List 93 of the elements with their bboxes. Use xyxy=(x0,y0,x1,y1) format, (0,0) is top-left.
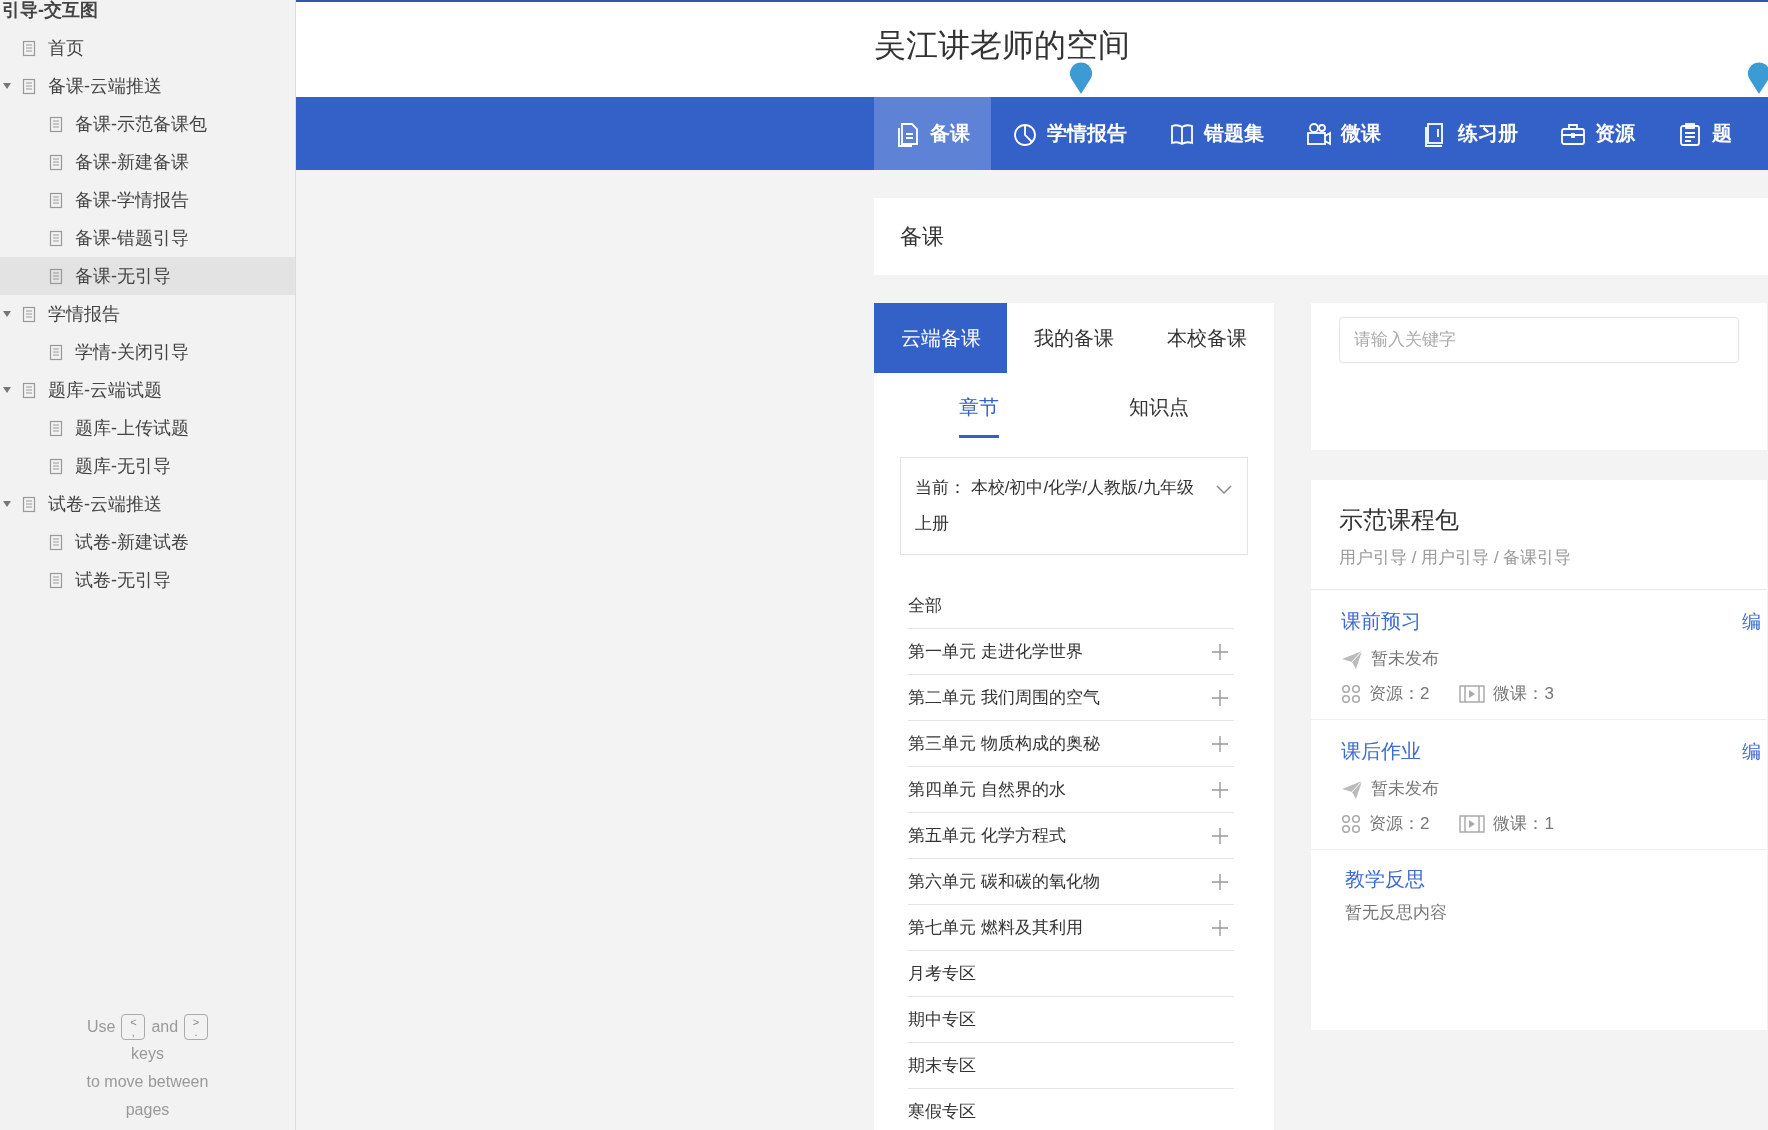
expanded-triangle-icon xyxy=(2,81,12,91)
page-icon xyxy=(49,267,63,285)
publish-status: 暂未发布 xyxy=(1371,648,1439,670)
page-icon xyxy=(49,533,63,551)
sub-tab[interactable]: 知识点 xyxy=(1129,379,1189,438)
document-icon xyxy=(895,120,921,147)
nav-tab[interactable]: 练习册 xyxy=(1402,97,1539,170)
project-title: 引导-交互图 xyxy=(1,0,99,20)
page-tree-item[interactable]: 备课-云端推送 xyxy=(0,67,295,105)
film-icon xyxy=(1459,813,1486,834)
edit-link[interactable]: 编 xyxy=(1742,608,1761,635)
chapter-item[interactable]: 期中专区 xyxy=(908,997,1234,1043)
page-icon xyxy=(22,77,36,95)
nav-tab[interactable]: 学情报告 xyxy=(991,97,1148,170)
chapter-item[interactable]: 寒假专区 xyxy=(908,1089,1234,1130)
nav-tab[interactable]: 题 xyxy=(1656,97,1753,170)
expanded-triangle-icon xyxy=(2,385,12,395)
nav-tab[interactable]: 错题集 xyxy=(1148,97,1285,170)
hint-text: Use xyxy=(86,1018,116,1036)
page-icon xyxy=(49,153,63,171)
chapter-item[interactable]: 第一单元 走进化学世界 xyxy=(908,629,1234,675)
page-icon xyxy=(49,419,63,437)
page-icon xyxy=(49,571,63,589)
film-icon xyxy=(1459,683,1486,704)
chapter-item[interactable]: 第四单元 自然界的水 xyxy=(908,767,1234,813)
edit-link[interactable]: 编 xyxy=(1742,738,1761,765)
hint-text: to move between pages xyxy=(85,1072,210,1120)
page-icon xyxy=(22,39,36,57)
package-title: 示范课程包 xyxy=(1339,505,1460,535)
section-title-link[interactable]: 教学反思 xyxy=(1345,866,1733,893)
hint-text: keys xyxy=(131,1044,164,1064)
video-count: 微课：1 xyxy=(1493,813,1554,835)
page-icon xyxy=(49,229,63,247)
page-tree-item[interactable]: 试卷-无引导 xyxy=(0,561,295,599)
chevron-down-icon xyxy=(1215,484,1233,496)
chapter-item[interactable]: 第三单元 物质构成的奥秘 xyxy=(908,721,1234,767)
chapter-item[interactable]: 第六单元 碳和碳的氧化物 xyxy=(908,859,1234,905)
chapter-item[interactable]: 第七单元 燃料及其利用 xyxy=(908,905,1234,951)
tab[interactable]: 我的备课 xyxy=(1007,303,1140,373)
section-title-link[interactable]: 课后作业 xyxy=(1341,738,1421,765)
chapter-item[interactable]: 第五单元 化学方程式 xyxy=(908,813,1234,859)
chapter-item[interactable]: 期末专区 xyxy=(908,1043,1234,1089)
hint-text: and xyxy=(151,1018,179,1036)
sub-tab[interactable]: 章节 xyxy=(959,379,999,438)
chapter-item[interactable]: 第二单元 我们周围的空气 xyxy=(908,675,1234,721)
chapter-item[interactable]: 月考专区 xyxy=(908,951,1234,997)
keyboard-key: < , xyxy=(121,1014,146,1040)
nav-tab[interactable]: 备课 xyxy=(874,97,991,170)
page-tree-item[interactable]: 试卷-新建试卷 xyxy=(0,523,295,561)
chapter-item[interactable]: 全部 xyxy=(908,583,1234,629)
section-title-link[interactable]: 课前预习 xyxy=(1341,608,1421,635)
video-camera-icon xyxy=(1306,120,1332,147)
page-tree-item[interactable]: 题库-上传试题 xyxy=(0,409,295,447)
page-heading: 备课 xyxy=(900,222,944,251)
video-count: 微课：3 xyxy=(1493,683,1554,705)
page-icon xyxy=(49,457,63,475)
page-icon xyxy=(22,495,36,513)
expanded-triangle-icon xyxy=(2,309,12,319)
paper-plane-icon xyxy=(1341,778,1363,799)
page-icon xyxy=(49,191,63,209)
page-tree-item[interactable]: 备课-无引导 xyxy=(0,257,295,295)
page-icon xyxy=(22,381,36,399)
tab[interactable]: 云端备课 xyxy=(874,303,1007,373)
publish-status: 暂未发布 xyxy=(1371,778,1439,800)
page-icon xyxy=(22,305,36,323)
page-tree-item[interactable]: 题库-无引导 xyxy=(0,447,295,485)
nav-tab[interactable]: 微课 xyxy=(1285,97,1402,170)
page-tree-item[interactable]: 题库-云端试题 xyxy=(0,371,295,409)
page-tree-item[interactable]: 试卷-云端推送 xyxy=(0,485,295,523)
grid-icon xyxy=(1341,683,1361,704)
grid-icon xyxy=(1341,813,1361,834)
resource-count: 资源：2 xyxy=(1369,813,1430,835)
search-field[interactable]: 请输入关键字 xyxy=(1339,317,1739,363)
page-tree-item[interactable]: 备课-错题引导 xyxy=(0,219,295,257)
keyboard-key: > . xyxy=(184,1014,209,1040)
clipboard-icon xyxy=(1677,120,1703,147)
page-icon xyxy=(49,343,63,361)
empty-message: 暂无反思内容 xyxy=(1345,902,1448,924)
page-tree-item[interactable]: 学情-关闭引导 xyxy=(0,333,295,371)
page-tree-item[interactable]: 首页 xyxy=(0,29,295,67)
breadcrumb: 用户引导 / 用户引导 / 备课引导 xyxy=(1339,547,1573,569)
paper-plane-icon xyxy=(1341,648,1363,669)
resource-count: 资源：2 xyxy=(1369,683,1430,705)
site-title: 吴江讲老师的空间 xyxy=(874,26,1130,65)
page-tree-item[interactable]: 备课-示范备课包 xyxy=(0,105,295,143)
page-tree-item[interactable]: 学情报告 xyxy=(0,295,295,333)
nav-tab[interactable]: 资源 xyxy=(1539,97,1656,170)
tab[interactable]: 本校备课 xyxy=(1140,303,1273,373)
page-icon xyxy=(49,115,63,133)
expanded-triangle-icon xyxy=(2,499,12,509)
path-dropdown[interactable]: 当前： 本校/初中/化学/人教版/九年级上册 xyxy=(900,457,1248,555)
page-tree-item[interactable]: 备课-新建备课 xyxy=(0,143,295,181)
page-tree-item[interactable]: 备课-学情报告 xyxy=(0,181,295,219)
